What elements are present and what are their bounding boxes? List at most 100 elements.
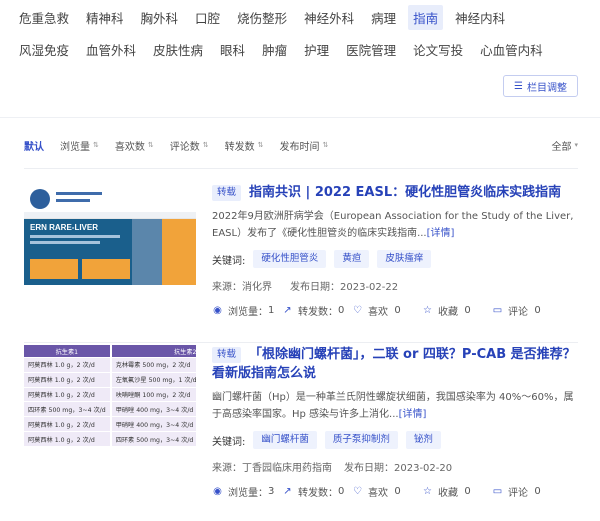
stat-label: 喜欢 xyxy=(368,488,388,499)
list-divider xyxy=(24,168,578,169)
keyword-tag[interactable]: 黄疸 xyxy=(334,250,370,268)
article-title-link[interactable]: 转载 指南共识 | 2022 EASL：硬化性胆管炎临床实践指南 xyxy=(212,183,578,202)
category-nav: 危重急救 精神科 胸外科 口腔 烧伤整形 神经外科 病理 指南 神经内科 风湿免… xyxy=(14,4,594,68)
comment-button[interactable]: ▭ 评论 0 xyxy=(492,303,562,318)
category-tab[interactable]: 神经外科 xyxy=(299,5,359,30)
category-tab[interactable]: 口腔 xyxy=(190,5,225,30)
date-label: 发布日期： xyxy=(344,463,394,474)
category-tab[interactable]: 血管外科 xyxy=(81,37,141,62)
stat-value: 0 xyxy=(464,305,471,316)
stat-label: 转发数： xyxy=(298,488,338,499)
table-row: 阿莫西林 1.0 g，2 次/d 克林霉素 500 mg，2 次/d xyxy=(24,357,196,373)
sort-label: 发布时间 xyxy=(279,141,320,153)
sort-caret-icon: ⇅ xyxy=(202,141,209,149)
column-adjust-button[interactable]: ☰ 栏目调整 xyxy=(503,75,578,97)
article-summary: 2022年9月欧洲肝病学会（European Association for t… xyxy=(212,208,578,242)
table-row: 四环素 500 mg，3~4 次/d 甲硝唑 400 mg，3~4 次/d xyxy=(24,401,196,418)
stat-label: 喜欢 xyxy=(368,307,388,318)
category-tab[interactable]: 眼科 xyxy=(215,37,250,62)
stat-value: 0 xyxy=(394,305,401,316)
favorite-button[interactable]: ☆ 收藏 0 xyxy=(422,484,492,499)
sort-bar: 默认 浏览量 ⇅ 喜欢数 ⇅ 评论数 ⇅ 转发数 ⇅ 发布时间 ⇅ 全部 ▾ xyxy=(24,136,578,154)
sort-default[interactable]: 默认 xyxy=(24,138,44,153)
stat-label: 转发数： xyxy=(298,307,338,318)
favorite-button[interactable]: ☆ 收藏 0 xyxy=(422,303,492,318)
article-thumbnail[interactable]: ERN RARE-LIVER xyxy=(24,183,196,285)
category-tab[interactable]: 精神科 xyxy=(81,5,129,30)
logo-icon xyxy=(30,189,50,209)
category-tab[interactable]: 病理 xyxy=(366,5,401,30)
table-cell: 阿莫西林 1.0 g，2 次/d xyxy=(24,431,112,447)
article-divider xyxy=(24,342,578,343)
views-stat: ◉ 浏览量： 3 xyxy=(212,484,282,499)
stat-value: 0 xyxy=(394,486,401,497)
article-thumbnail[interactable]: 抗生素1 抗生素2 阿莫西林 1.0 g，2 次/d 克林霉素 500 mg，2 … xyxy=(24,345,196,447)
details-link[interactable]: [详情] xyxy=(427,228,455,239)
keyword-tag[interactable]: 幽门螺杆菌 xyxy=(253,431,317,449)
category-tab[interactable]: 风湿免疫 xyxy=(14,37,74,62)
article-body: 转载 指南共识 | 2022 EASL：硬化性胆管炎临床实践指南 2022年9月欧… xyxy=(212,183,578,318)
table-cell: 阿莫西林 1.0 g，2 次/d xyxy=(24,372,112,388)
category-tab[interactable]: 皮肤性病 xyxy=(148,37,208,62)
sort-label: 浏览量 xyxy=(60,141,90,153)
star-icon: ☆ xyxy=(423,305,432,316)
stat-value: 0 xyxy=(338,486,345,497)
category-tab-active[interactable]: 指南 xyxy=(408,4,444,30)
category-tab[interactable]: 危重急救 xyxy=(14,5,74,30)
summary-text: 幽门螺杆菌（Hp）是一种革兰氏阴性螺旋状细菌，我国感染率为 40%～60%，属于… xyxy=(212,392,574,420)
article-body: 转载 「根除幽门螺杆菌」，二联 or 四联？P-CAB 是否推荐？看新版指南怎么说… xyxy=(212,345,578,499)
sort-comments[interactable]: 评论数 ⇅ xyxy=(170,138,209,153)
category-tab[interactable]: 心血管内科 xyxy=(475,37,548,62)
article-summary: 幽门螺杆菌（Hp）是一种革兰氏阴性螺旋状细菌，我国感染率为 40%～60%，属于… xyxy=(212,389,578,423)
article-item: 抗生素1 抗生素2 阿莫西林 1.0 g，2 次/d 克林霉素 500 mg，2 … xyxy=(24,345,578,505)
category-row-2: 风湿免疫 血管外科 皮肤性病 眼科 肿瘤 护理 医院管理 论文写投 心血管内科 xyxy=(14,36,594,62)
table-row: 阿莫西林 1.0 g，2 次/d 甲硝唑 400 mg，3~4 次/d xyxy=(24,416,196,433)
filter-all-dropdown[interactable]: 全部 ▾ xyxy=(551,138,578,153)
sort-likes[interactable]: 喜欢数 ⇅ xyxy=(115,138,154,153)
stat-value: 1 xyxy=(268,305,275,316)
details-link[interactable]: [详情] xyxy=(399,409,427,420)
category-tab[interactable]: 神经内科 xyxy=(450,5,510,30)
antibiotic-table: 抗生素1 抗生素2 阿莫西林 1.0 g，2 次/d 克林霉素 500 mg，2 … xyxy=(24,345,196,447)
table-cell: 阿莫西林 1.0 g，2 次/d xyxy=(24,387,112,403)
comment-icon: ▭ xyxy=(492,486,503,497)
table-cell: 左氧氟沙星 500 mg，1 次/d 或 200 mg，2 次/d xyxy=(110,372,196,388)
stat-label: 收藏 xyxy=(438,488,458,499)
comment-button[interactable]: ▭ 评论 0 xyxy=(492,484,562,499)
category-tab[interactable]: 肿瘤 xyxy=(257,37,292,62)
table-cell: 甲硝唑 400 mg，3~4 次/d xyxy=(110,416,196,433)
article-item: ERN RARE-LIVER 转载 指南共识 | 2022 EASL：硬化性胆管炎… xyxy=(24,183,578,343)
stat-label: 评论 xyxy=(508,488,528,499)
date-label: 发布日期： xyxy=(290,282,340,293)
share-button[interactable]: ↗ 转发数： 0 xyxy=(282,484,352,499)
stat-value: 0 xyxy=(464,486,471,497)
stat-value: 0 xyxy=(534,486,541,497)
category-tab[interactable]: 论文写投 xyxy=(408,37,468,62)
source-label: 来源： xyxy=(212,282,242,293)
like-button[interactable]: ♡ 喜欢 0 xyxy=(352,484,422,499)
sort-views[interactable]: 浏览量 ⇅ xyxy=(60,138,99,153)
article-title-link[interactable]: 转载 「根除幽门螺杆菌」，二联 or 四联？P-CAB 是否推荐？看新版指南怎么说 xyxy=(212,345,578,383)
keyword-tag[interactable]: 皮肤瘙痒 xyxy=(377,250,432,268)
date-value: 2023-02-20 xyxy=(394,463,453,474)
date-info: 发布日期：2023-02-22 xyxy=(290,278,398,293)
date-value: 2023-02-22 xyxy=(340,282,399,293)
share-icon: ↗ xyxy=(283,305,292,316)
date-info: 发布日期：2023-02-20 xyxy=(344,459,452,474)
like-button[interactable]: ♡ 喜欢 0 xyxy=(352,303,422,318)
category-tab[interactable]: 胸外科 xyxy=(136,5,184,30)
source-label: 来源： xyxy=(212,463,242,474)
share-button[interactable]: ↗ 转发数： 0 xyxy=(282,303,352,318)
keyword-tag[interactable]: 质子泵抑制剂 xyxy=(324,431,398,449)
sort-shares[interactable]: 转发数 ⇅ xyxy=(225,138,264,153)
category-tab[interactable]: 烧伤整形 xyxy=(232,5,292,30)
keywords-row: 关键词: 硬化性胆管炎 黄疸 皮肤瘙痒 xyxy=(212,250,578,268)
thumbnail-banner: ERN RARE-LIVER xyxy=(24,219,196,285)
table-cell: 克林霉素 500 mg，2 次/d xyxy=(110,357,196,373)
category-tab[interactable]: 护理 xyxy=(299,37,334,62)
category-tab[interactable]: 医院管理 xyxy=(341,37,401,62)
repost-badge: 转载 xyxy=(212,185,242,201)
sort-date[interactable]: 发布时间 ⇅ xyxy=(280,138,329,153)
keyword-tag[interactable]: 铋剂 xyxy=(405,431,441,449)
keyword-tag[interactable]: 硬化性胆管炎 xyxy=(253,250,327,268)
